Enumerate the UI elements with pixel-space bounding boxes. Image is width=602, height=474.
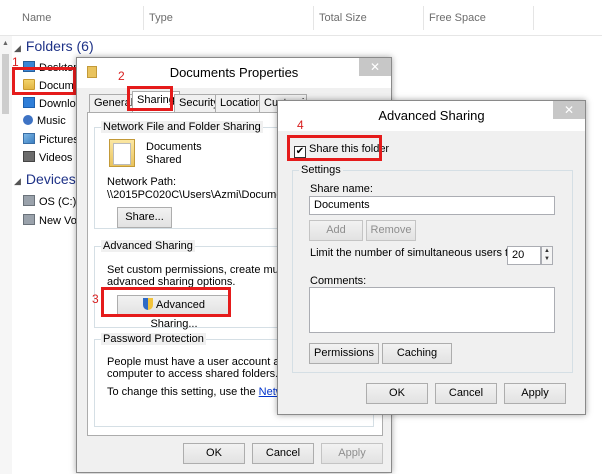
advanced-titlebar[interactable]: Advanced Sharing ✕	[278, 101, 585, 131]
nav-item-new-volume[interactable]: New Vo	[23, 214, 77, 227]
column-divider[interactable]	[423, 6, 424, 30]
group-legend: Advanced Sharing	[101, 240, 195, 252]
drive-icon	[23, 214, 35, 225]
scroll-up-arrow-icon[interactable]: ▲	[2, 40, 9, 47]
remove-button[interactable]: Remove	[366, 220, 416, 241]
nav-item-label: Music	[37, 115, 66, 127]
highlight-box-advanced-button	[101, 287, 231, 317]
nav-item-label: New Vo	[39, 215, 77, 227]
column-total-size[interactable]: Total Size	[319, 12, 367, 24]
nav-item-label: Videos	[39, 152, 73, 164]
user-limit-input[interactable]: 20	[507, 246, 541, 265]
password-change-prefix: To change this setting, use the	[107, 386, 259, 398]
close-button[interactable]: ✕	[553, 101, 585, 119]
column-type[interactable]: Type	[149, 12, 173, 24]
comments-textarea[interactable]	[309, 287, 555, 333]
shared-folder-icon	[109, 139, 135, 167]
folders-heading-label: Folders (6)	[25, 38, 94, 54]
nav-item-os-drive[interactable]: OS (C:)	[23, 195, 76, 208]
step-number-2: 2	[118, 69, 125, 83]
group-legend: Password Protection	[101, 333, 206, 345]
close-button[interactable]: ✕	[359, 58, 391, 76]
column-header-row: Name Type Total Size Free Space	[0, 0, 602, 36]
share-name-label: Share name:	[310, 183, 373, 195]
music-folder-icon	[23, 115, 33, 125]
step-number-3: 3	[92, 292, 99, 306]
shared-item-status: Shared	[146, 154, 182, 166]
nav-item-pictures[interactable]: Pictures	[23, 133, 79, 146]
highlight-box-documents	[12, 67, 76, 95]
nav-item-music[interactable]: Music	[23, 115, 66, 127]
column-free-space[interactable]: Free Space	[429, 12, 486, 24]
column-divider[interactable]	[533, 6, 534, 30]
cancel-button[interactable]: Cancel	[252, 443, 314, 464]
downloads-folder-icon	[23, 97, 35, 108]
chevron-down-icon[interactable]: ◢	[14, 43, 21, 53]
nav-item-label: OS (C:)	[39, 196, 77, 208]
permissions-button[interactable]: Permissions	[309, 343, 379, 364]
network-path-value: \\2015PC020C\Users\Azmi\Documents	[107, 189, 298, 201]
comments-label: Comments:	[310, 275, 367, 287]
drive-icon	[23, 195, 35, 206]
password-desc-line2: computer to access shared folders.	[107, 368, 279, 380]
stepper-down-icon[interactable]: ▼	[542, 255, 552, 263]
highlight-box-share-checkbox	[287, 135, 382, 161]
nav-item-videos[interactable]: Videos	[23, 151, 72, 164]
chevron-down-icon[interactable]: ◢	[14, 176, 21, 186]
dialog-title: Advanced Sharing	[378, 108, 485, 123]
ok-button[interactable]: OK	[183, 443, 245, 464]
column-name[interactable]: Name	[22, 12, 51, 24]
pictures-folder-icon	[23, 133, 35, 144]
share-button[interactable]: Share...	[117, 207, 172, 228]
stepper-up-icon[interactable]: ▲	[542, 247, 552, 255]
column-divider[interactable]	[143, 6, 144, 30]
step-number-4: 4	[297, 118, 304, 132]
shared-item-name: Documents	[146, 141, 202, 153]
apply-button[interactable]: Apply	[321, 443, 383, 464]
nav-item-label: Pictures	[39, 134, 79, 146]
share-name-input[interactable]: Documents	[309, 196, 555, 215]
column-divider[interactable]	[313, 6, 314, 30]
ok-button[interactable]: OK	[366, 383, 428, 404]
highlight-box-sharing-tab	[127, 86, 173, 111]
caching-button[interactable]: Caching	[382, 343, 452, 364]
videos-folder-icon	[23, 151, 35, 162]
nav-pane-scrollbar[interactable]: ▲	[0, 36, 12, 474]
user-limit-label: Limit the number of simultaneous users t…	[310, 247, 518, 259]
folders-group-heading[interactable]: ◢ Folders (6)	[14, 38, 94, 54]
cancel-button[interactable]: Cancel	[435, 383, 497, 404]
user-limit-stepper[interactable]: ▲ ▼	[541, 246, 553, 265]
scrollbar-thumb[interactable]	[2, 54, 9, 114]
group-legend: Network File and Folder Sharing	[101, 121, 263, 133]
network-path-label: Network Path:	[107, 176, 177, 188]
apply-button[interactable]: Apply	[504, 383, 566, 404]
add-button[interactable]: Add	[309, 220, 363, 241]
group-legend: Settings	[299, 164, 343, 176]
